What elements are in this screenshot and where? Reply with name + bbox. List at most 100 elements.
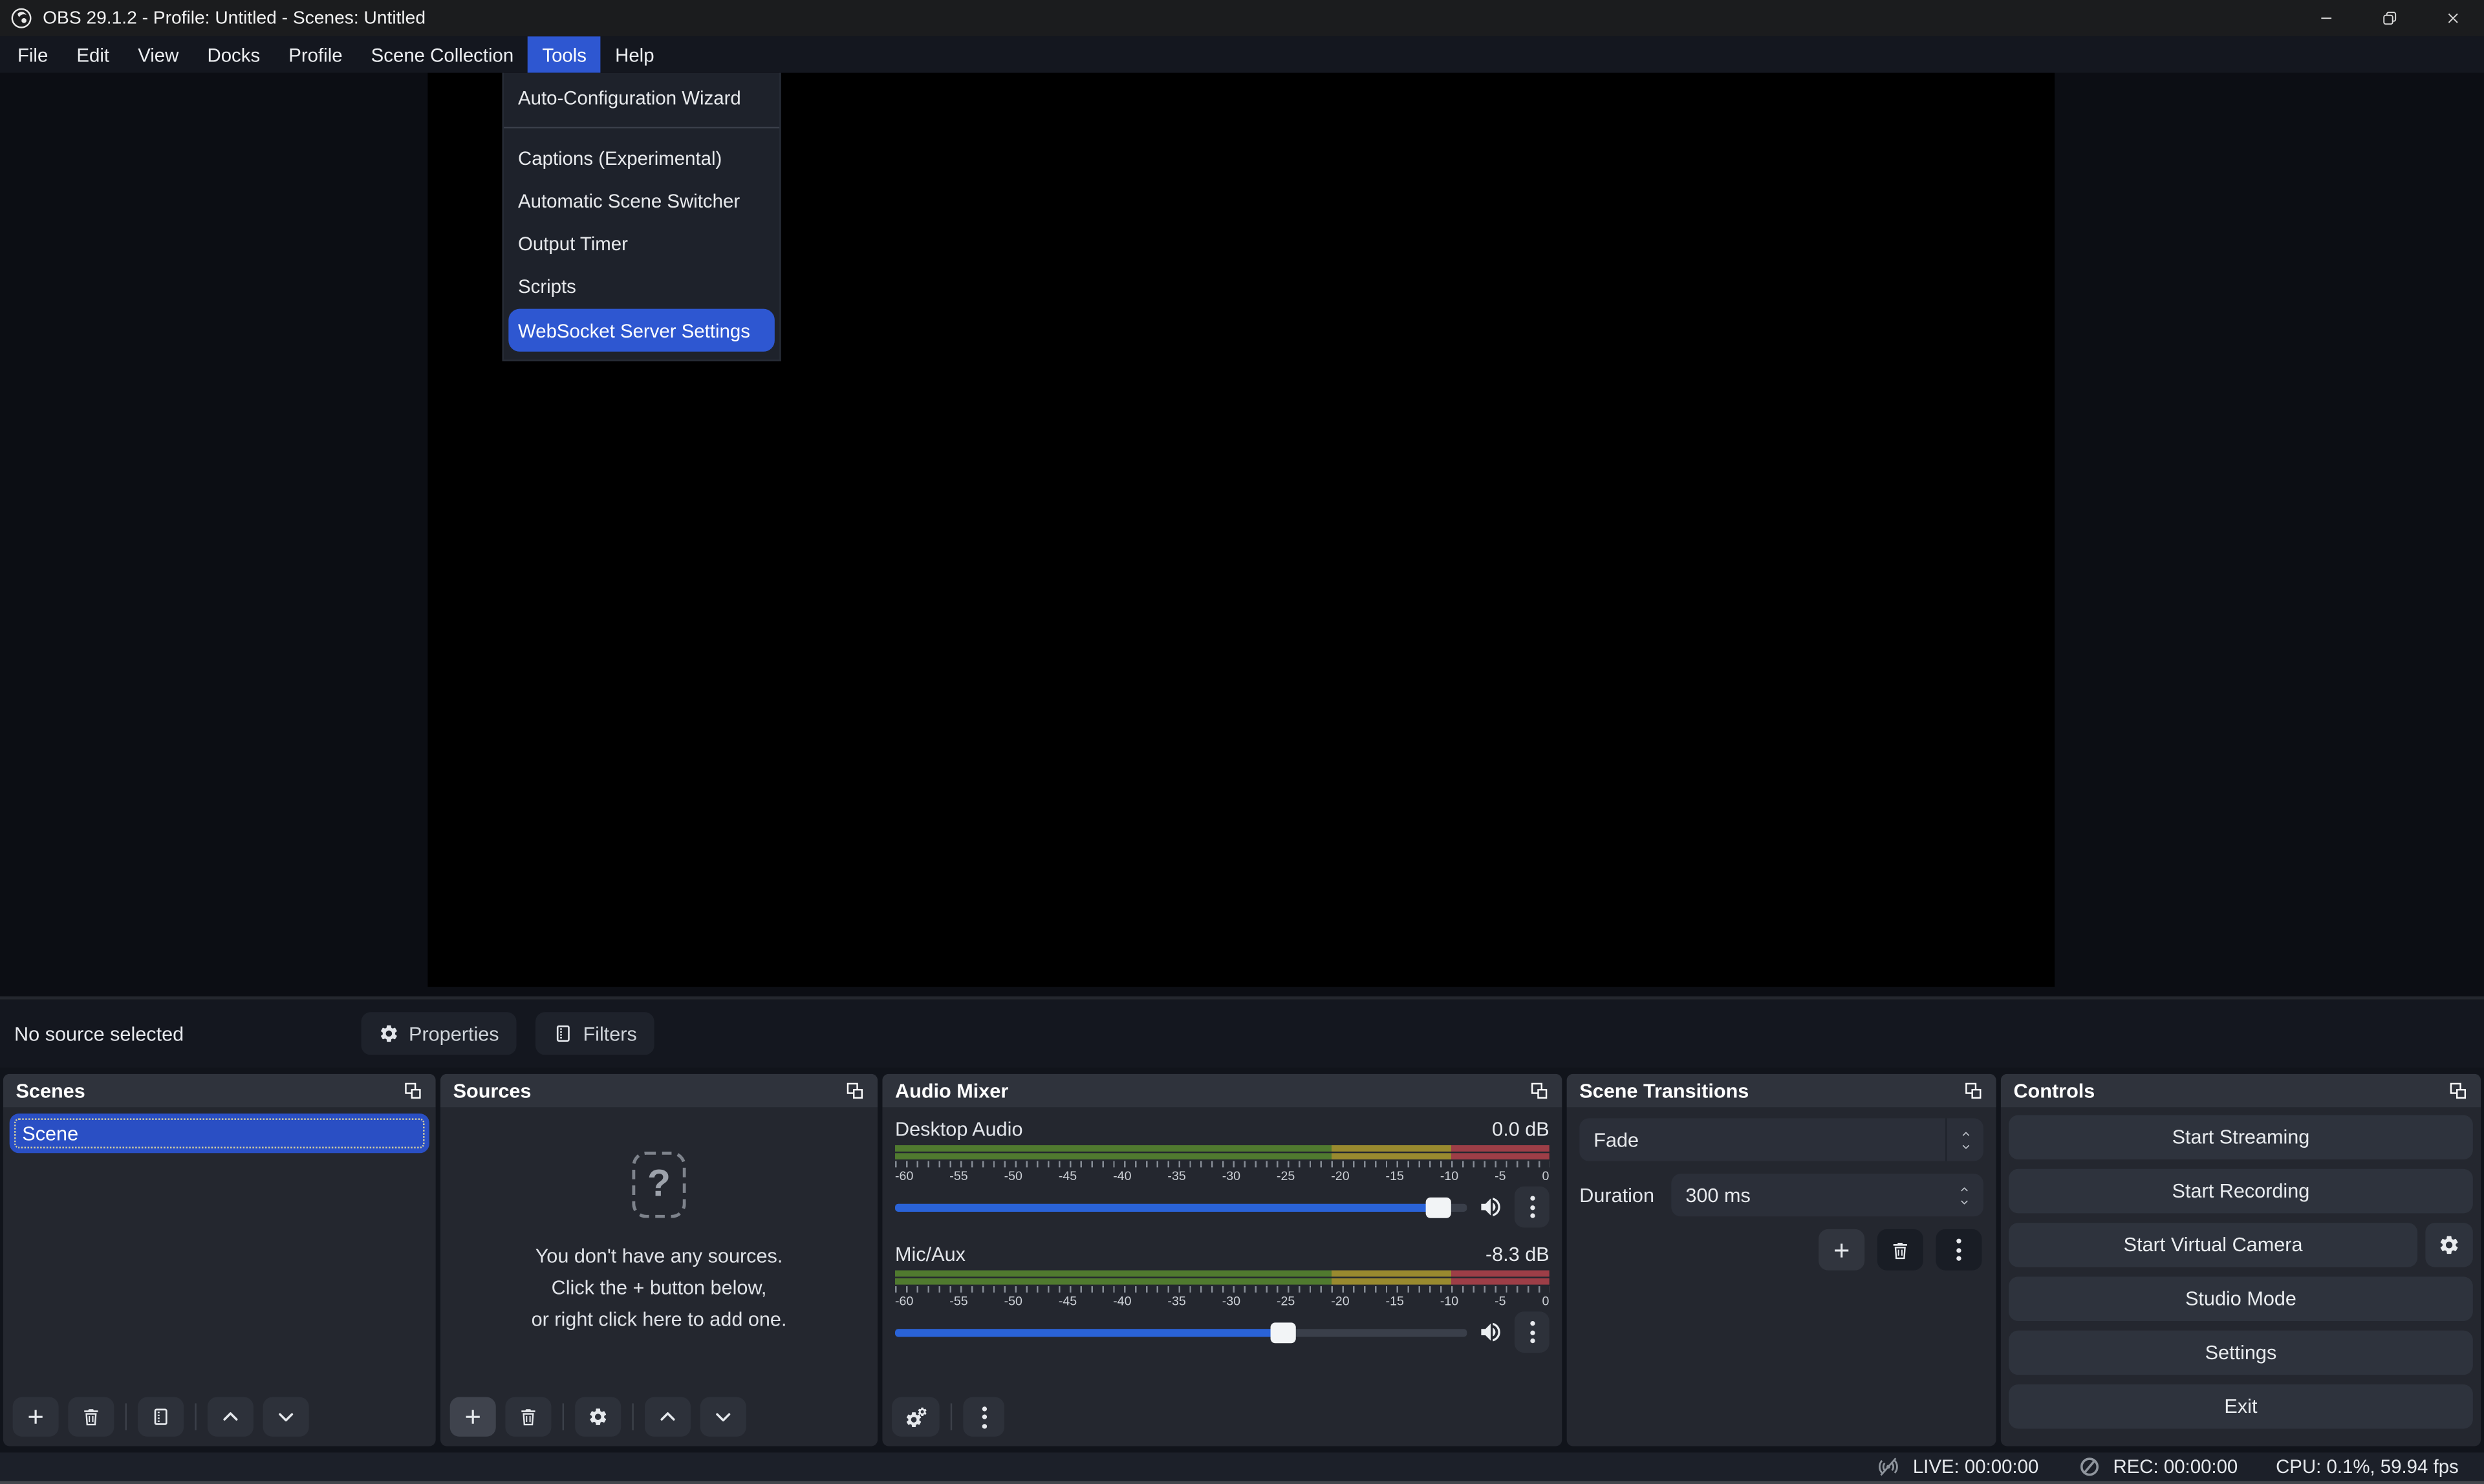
start-streaming-button[interactable]: Start Streaming — [2009, 1115, 2473, 1160]
properties-button[interactable]: Properties — [362, 1012, 517, 1055]
tools-menu-websocket-server-settings[interactable]: WebSocket Server Settings — [508, 309, 775, 352]
channel-level-db: 0.0 dB — [1492, 1117, 1550, 1139]
scene-list-item[interactable]: Scene — [10, 1113, 429, 1153]
slider-handle[interactable] — [1271, 1322, 1297, 1342]
menu-scene-collection[interactable]: Scene Collection — [357, 36, 528, 72]
volume-slider[interactable] — [895, 1328, 1467, 1336]
source-properties-button[interactable] — [575, 1397, 621, 1437]
advanced-audio-properties-button[interactable] — [892, 1397, 939, 1437]
sources-empty-line: You don't have any sources. — [535, 1240, 783, 1271]
tools-dropdown-menu: Auto-Configuration Wizard Captions (Expe… — [502, 73, 781, 361]
slider-handle[interactable] — [1425, 1197, 1451, 1218]
trash-icon — [81, 1406, 102, 1427]
transition-select[interactable]: Fade — [1579, 1118, 1983, 1161]
properties-label: Properties — [409, 1022, 499, 1044]
add-transition-button[interactable] — [1819, 1229, 1864, 1271]
tick-label: -50 — [1004, 1294, 1022, 1309]
title-bar: OBS 29.1.2 - Profile: Untitled - Scenes:… — [0, 0, 2484, 36]
duration-spin-arrows[interactable] — [1945, 1174, 1983, 1216]
speaker-icon[interactable] — [1478, 1320, 1503, 1345]
exit-button[interactable]: Exit — [2009, 1384, 2473, 1429]
live-time: LIVE: 00:00:00 — [1913, 1456, 2039, 1478]
menu-docks[interactable]: Docks — [193, 36, 274, 72]
menu-help[interactable]: Help — [601, 36, 669, 72]
tick-label: -40 — [1113, 1294, 1131, 1309]
sources-empty-line: Click the + button below, — [552, 1271, 767, 1303]
tick-label: -10 — [1440, 1294, 1458, 1309]
menu-profile[interactable]: Profile — [274, 36, 356, 72]
gear-icon — [378, 1023, 399, 1044]
tools-menu-captions[interactable]: Captions (Experimental) — [504, 136, 779, 179]
menu-file[interactable]: File — [3, 36, 62, 72]
add-scene-button[interactable] — [13, 1397, 59, 1437]
menu-edit[interactable]: Edit — [62, 36, 124, 72]
channel-menu-button[interactable] — [1515, 1187, 1550, 1228]
transition-select-arrows[interactable] — [1945, 1118, 1983, 1161]
tick-label: -15 — [1386, 1169, 1404, 1185]
chevron-down-icon — [1959, 1141, 1972, 1151]
start-virtual-camera-button[interactable]: Start Virtual Camera — [2009, 1223, 2417, 1267]
audio-mixer-panel: Audio Mixer Desktop Audio 0.0 dB -60-55-… — [882, 1074, 1562, 1446]
remove-transition-button[interactable] — [1877, 1229, 1923, 1271]
start-recording-button[interactable]: Start Recording — [2009, 1169, 2473, 1214]
move-scene-up-button[interactable] — [208, 1397, 254, 1437]
scenes-panel-header: Scenes — [3, 1074, 436, 1107]
mixer-menu-button[interactable] — [963, 1397, 1004, 1437]
settings-button[interactable]: Settings — [2009, 1331, 2473, 1375]
mixer-channel-mic-aux: Mic/Aux -8.3 dB -60-55-50-45-40-35-30-25… — [895, 1240, 1550, 1353]
virtual-camera-settings-button[interactable] — [2425, 1223, 2472, 1267]
tools-menu-output-timer[interactable]: Output Timer — [504, 222, 779, 264]
menu-tools[interactable]: Tools — [528, 36, 601, 72]
tick-label: -55 — [949, 1169, 967, 1185]
filters-button[interactable]: Filters — [535, 1012, 654, 1055]
sources-list[interactable]: ? You don't have any sources. Click the … — [440, 1107, 878, 1388]
speaker-icon[interactable] — [1478, 1194, 1503, 1220]
channel-level-db: -8.3 dB — [1485, 1243, 1550, 1265]
remove-source-button[interactable] — [505, 1397, 551, 1437]
audio-mixer-toolbar — [882, 1388, 1562, 1446]
remove-scene-button[interactable] — [68, 1397, 114, 1437]
controls-title: Controls — [2013, 1079, 2095, 1101]
volume-slider[interactable] — [895, 1203, 1467, 1210]
minimize-button[interactable] — [2294, 0, 2357, 36]
tools-menu-automatic-scene-switcher[interactable]: Automatic Scene Switcher — [504, 179, 779, 222]
meter-ticks — [895, 1286, 1550, 1293]
toolbar-separator — [125, 1403, 127, 1430]
toolbar-separator — [632, 1403, 633, 1430]
scene-transitions-title: Scene Transitions — [1579, 1079, 1749, 1101]
tools-menu-auto-configuration-wizard[interactable]: Auto-Configuration Wizard — [504, 76, 779, 119]
chevron-up-icon — [1959, 1128, 1972, 1138]
sources-toolbar — [440, 1388, 878, 1446]
live-icon — [1876, 1454, 1901, 1479]
add-source-button[interactable] — [450, 1397, 496, 1437]
move-source-up-button[interactable] — [645, 1397, 691, 1437]
double-gear-icon — [903, 1405, 927, 1429]
filter-icon — [151, 1406, 171, 1427]
channel-menu-button[interactable] — [1515, 1311, 1550, 1353]
tick-label: -45 — [1059, 1169, 1077, 1185]
no-source-selected-label: No source selected — [14, 1022, 184, 1044]
status-bar: LIVE: 00:00:00 REC: 00:00:00 CPU: 0.1%, … — [0, 1452, 2484, 1484]
tick-label: -15 — [1386, 1294, 1404, 1309]
mixer-channel-desktop-audio: Desktop Audio 0.0 dB -60-55-50-45-40-35-… — [895, 1115, 1550, 1228]
restore-button[interactable] — [2357, 0, 2421, 36]
channel-name: Mic/Aux — [895, 1243, 966, 1265]
move-source-down-button[interactable] — [700, 1397, 746, 1437]
duration-spinbox[interactable]: 300 ms — [1671, 1174, 1983, 1216]
sources-panel-title: Sources — [453, 1079, 532, 1101]
meter-tick-labels: -60-55-50-45-40-35-30-25-20-15-10-50 — [895, 1294, 1550, 1309]
tick-label: -55 — [949, 1294, 967, 1309]
transition-properties-button[interactable] — [1936, 1229, 1982, 1271]
chevron-down-icon — [1958, 1197, 1971, 1207]
filters-label: Filters — [583, 1022, 636, 1044]
studio-mode-button[interactable]: Studio Mode — [2009, 1276, 2473, 1321]
move-scene-down-button[interactable] — [263, 1397, 309, 1437]
close-button[interactable] — [2421, 0, 2484, 36]
scenes-list: Scene — [3, 1107, 436, 1388]
scene-filters-button[interactable] — [138, 1397, 184, 1437]
duration-label: Duration — [1579, 1184, 1658, 1206]
menu-view[interactable]: View — [124, 36, 193, 72]
tools-menu-scripts[interactable]: Scripts — [504, 264, 779, 307]
scenes-panel: Scenes Scene — [3, 1074, 436, 1446]
obs-logo-icon — [10, 6, 34, 30]
